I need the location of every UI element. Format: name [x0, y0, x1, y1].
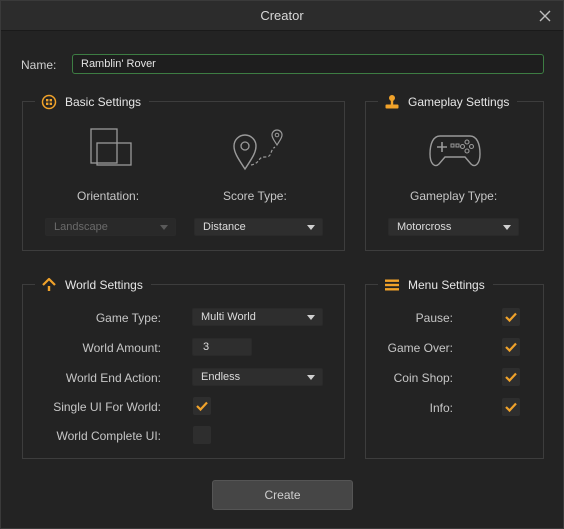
window-title: Creator — [260, 8, 304, 23]
orientation-icon — [90, 128, 132, 166]
menu-item-pause-checkbox[interactable] — [502, 308, 520, 326]
menu-item-game-over-label: Game Over: — [387, 341, 453, 355]
dropdown-arrow-icon — [160, 225, 168, 230]
menu-item-game-over-checkbox[interactable] — [502, 338, 520, 356]
dropdown-arrow-icon — [307, 225, 315, 230]
title-bar[interactable]: Creator — [1, 1, 563, 31]
menu-item-info-checkbox[interactable] — [502, 398, 520, 416]
checkmark-icon — [196, 401, 208, 412]
world-complete-ui-label: World Complete UI: — [56, 429, 161, 443]
score-type-dropdown[interactable]: Distance — [194, 218, 323, 236]
close-icon[interactable] — [537, 8, 553, 24]
gameplay-settings-title: Gameplay Settings — [408, 95, 510, 109]
world-end-action-value: Endless — [201, 371, 241, 383]
checkmark-icon — [505, 372, 517, 383]
world-complete-ui-checkbox[interactable] — [193, 426, 211, 444]
single-ui-label: Single UI For World: — [53, 400, 161, 414]
single-ui-checkbox[interactable] — [193, 397, 211, 415]
world-amount-label: World Amount: — [82, 341, 161, 355]
world-amount-input[interactable]: 3 — [192, 338, 252, 356]
world-settings-panel: World Settings Game Type: Multi World Wo… — [22, 276, 345, 459]
name-input[interactable]: Ramblin' Rover — [72, 54, 544, 74]
gameplay-settings-icon — [385, 95, 399, 109]
score-type-icon — [233, 129, 283, 171]
menu-item-info-label: Info: — [429, 401, 453, 415]
gameplay-type-label: Gameplay Type: — [410, 189, 498, 203]
world-end-action-dropdown[interactable]: Endless — [192, 368, 323, 386]
checkmark-icon — [505, 342, 517, 353]
creator-window: Creator Name: Ramblin' Rover Basic Setti… — [0, 0, 564, 529]
menu-item-coin-shop-label: Coin Shop: — [393, 371, 453, 385]
world-settings-header: World Settings — [35, 276, 151, 294]
orientation-dropdown: Landscape — [45, 218, 176, 236]
score-type-label: Score Type: — [223, 189, 287, 203]
menu-item-coin-shop-checkbox[interactable] — [502, 368, 520, 386]
menu-settings-icon — [385, 279, 399, 291]
dropdown-arrow-icon — [307, 315, 315, 320]
gameplay-type-dropdown[interactable]: Motorcross — [388, 218, 519, 236]
world-end-action-label: World End Action: — [65, 371, 161, 385]
game-type-label: Game Type: — [95, 311, 161, 325]
game-type-value: Multi World — [201, 311, 256, 323]
orientation-label: Orientation: — [77, 189, 140, 203]
gamepad-icon — [429, 135, 481, 167]
world-settings-icon — [42, 277, 56, 291]
basic-settings-header: Basic Settings — [35, 93, 150, 111]
basic-settings-icon — [41, 94, 57, 110]
name-label: Name: — [21, 58, 57, 72]
orientation-value: Landscape — [54, 221, 108, 233]
menu-settings-header: Menu Settings — [378, 276, 493, 294]
menu-settings-panel: Menu Settings Pause: Game Over: Coin Sho… — [365, 276, 544, 459]
menu-settings-title: Menu Settings — [408, 278, 485, 292]
basic-settings-panel: Basic Settings Orientation: Landscape Sc… — [22, 93, 345, 251]
menu-item-pause-label: Pause: — [415, 311, 453, 325]
score-type-value: Distance — [203, 221, 246, 233]
dropdown-arrow-icon — [307, 375, 315, 380]
basic-settings-title: Basic Settings — [65, 95, 142, 109]
game-type-dropdown[interactable]: Multi World — [192, 308, 323, 326]
world-settings-title: World Settings — [65, 278, 143, 292]
create-button[interactable]: Create — [212, 480, 353, 510]
checkmark-icon — [505, 402, 517, 413]
gameplay-type-value: Motorcross — [397, 221, 452, 233]
dropdown-arrow-icon — [503, 225, 511, 230]
gameplay-settings-header: Gameplay Settings — [378, 93, 518, 111]
gameplay-settings-panel: Gameplay Settings Gameplay Type: Motorcr… — [365, 93, 544, 251]
checkmark-icon — [505, 312, 517, 323]
